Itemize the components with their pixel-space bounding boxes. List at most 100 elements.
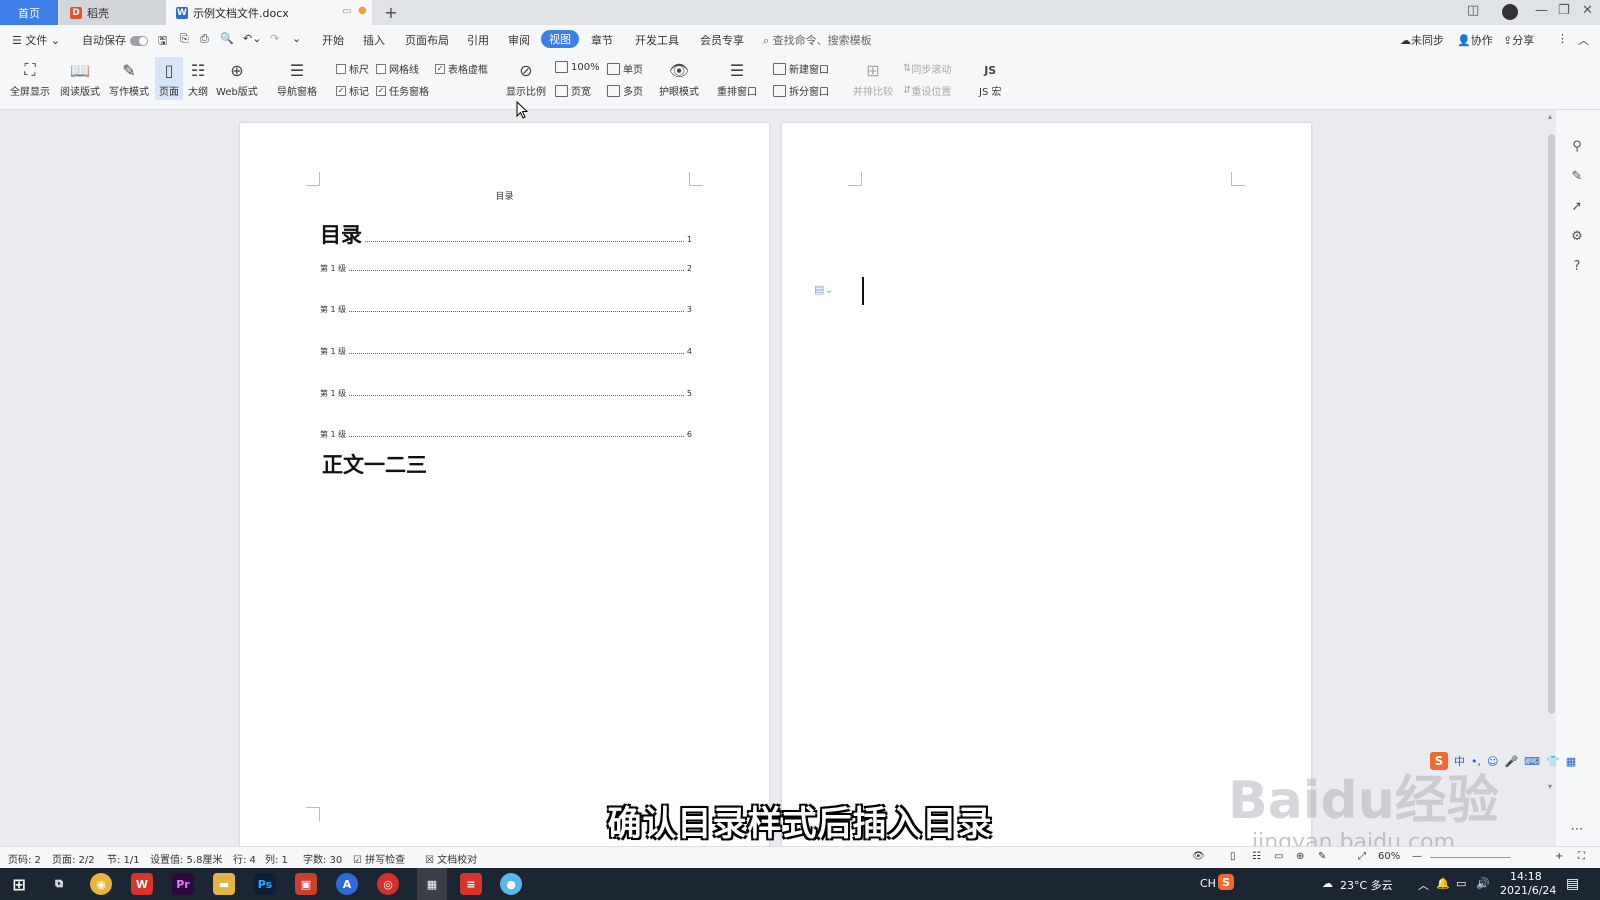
js-macro-button[interactable]: JS JS 宏 bbox=[979, 59, 1001, 99]
more-icon[interactable]: ⋮ bbox=[1557, 32, 1568, 45]
volume-icon[interactable]: 🔊 bbox=[1476, 877, 1490, 890]
status-word-count[interactable]: 字数: 30 bbox=[303, 851, 342, 866]
avatar[interactable] bbox=[1502, 4, 1518, 20]
task-view-icon[interactable]: ⧉ bbox=[48, 873, 70, 895]
write-status-icon[interactable]: ✎ bbox=[1318, 851, 1326, 862]
new-tab-button[interactable]: + bbox=[380, 0, 402, 25]
presentation-icon[interactable]: ▣ bbox=[295, 873, 317, 895]
toolbox-icon[interactable]: ▦ bbox=[1566, 755, 1576, 768]
help-icon[interactable]: ? bbox=[1568, 257, 1586, 275]
style-icon[interactable]: ⚲ bbox=[1568, 137, 1586, 155]
share-button[interactable]: ⇪分享 bbox=[1503, 32, 1534, 48]
status-setting[interactable]: 设置值: 5.8厘米 bbox=[150, 851, 222, 866]
edit-icon[interactable]: ✎ bbox=[1568, 167, 1586, 185]
tab-document[interactable]: W 示例文档文件.docx ▭ ● bbox=[166, 0, 372, 25]
outline-status-icon[interactable]: ☷ bbox=[1252, 851, 1261, 862]
writing-mode-button[interactable]: ✎ 写作模式 bbox=[109, 59, 149, 99]
menu-developer[interactable]: 开发工具 bbox=[635, 32, 679, 48]
status-page-number[interactable]: 页码: 2 bbox=[8, 851, 41, 866]
nav-pane-button[interactable]: ☰ 导航窗格 bbox=[277, 59, 317, 99]
toc-entry[interactable]: 第 1 级 3 bbox=[320, 304, 692, 315]
ruler-checkbox[interactable]: 标尺 bbox=[336, 61, 369, 76]
undo-icon[interactable]: ↶⌄ bbox=[243, 32, 261, 45]
windows-start-icon[interactable]: ⊞ bbox=[8, 873, 30, 895]
zoom-out-icon[interactable]: — bbox=[1412, 851, 1422, 862]
spell-check-button[interactable]: ☑ 拼写检查 bbox=[353, 851, 405, 866]
table-gridlines-checkbox[interactable]: ✓ 表格虚框 bbox=[435, 61, 488, 76]
eye-care-status-icon[interactable]: 👁 bbox=[1192, 851, 1205, 862]
print-icon[interactable]: ⎙ bbox=[200, 32, 209, 46]
reading-view-button[interactable]: 📖 阅读版式 bbox=[60, 59, 100, 99]
redo-icon[interactable]: ↷ bbox=[270, 32, 279, 45]
multi-page-button[interactable]: 多页 bbox=[607, 83, 643, 98]
menu-insert[interactable]: 插入 bbox=[363, 32, 385, 48]
weather-text[interactable]: 23°C 多云 bbox=[1340, 877, 1393, 893]
toc-entry[interactable]: 第 1 级 6 bbox=[320, 429, 692, 440]
save-icon[interactable]: 🖫 bbox=[158, 32, 167, 51]
menu-chapter[interactable]: 章节 bbox=[591, 32, 613, 48]
command-search[interactable]: ⌕ 查找命令、搜索模板 bbox=[763, 32, 872, 48]
app-circle-icon[interactable]: ● bbox=[500, 873, 522, 895]
settings-icon[interactable]: ⚙ bbox=[1568, 227, 1586, 245]
minimize-icon[interactable]: — bbox=[1535, 3, 1548, 18]
document-page-1[interactable]: 目录 目录 1 第 1 级 2 第 1 级 3 第 1 级 4 第 1 级 5 第 1 … bbox=[240, 123, 769, 848]
web-view-button[interactable]: ⊕ Web版式 bbox=[216, 59, 258, 99]
notification-icon[interactable]: ▤ bbox=[1566, 876, 1579, 892]
zoom-fit-icon[interactable]: ⤢ bbox=[1358, 851, 1366, 862]
chrome-icon[interactable]: ◉ bbox=[90, 873, 112, 895]
menu-references[interactable]: 引用 bbox=[467, 32, 489, 48]
zoom-in-icon[interactable]: + bbox=[1555, 851, 1563, 862]
toc-title-row[interactable]: 目录 1 bbox=[320, 219, 692, 249]
status-col[interactable]: 列: 1 bbox=[265, 851, 288, 866]
wps-writer-icon[interactable]: ≡ bbox=[460, 873, 482, 895]
app-active-icon[interactable]: ▦ bbox=[417, 868, 447, 900]
paste-options-icon[interactable]: ▤⌄ bbox=[814, 283, 834, 296]
status-row[interactable]: 行: 4 bbox=[233, 851, 256, 866]
fullscreen-button[interactable]: ⛶ 全屏显示 bbox=[10, 59, 50, 98]
zoom-100-button[interactable]: 100% bbox=[555, 61, 600, 73]
weather-icon[interactable]: ☁ bbox=[1322, 877, 1333, 890]
monitor-icon[interactable]: ▭ bbox=[342, 6, 351, 17]
rearrange-window-button[interactable]: ☰ 重排窗口 bbox=[717, 59, 757, 99]
microphone-icon[interactable]: 🎤 bbox=[1504, 755, 1518, 768]
autosave-toggle[interactable]: 自动保存 bbox=[82, 32, 148, 48]
status-section[interactable]: 节: 1/1 bbox=[107, 851, 140, 866]
scroll-up-icon[interactable]: ▴ bbox=[1548, 112, 1552, 121]
photoshop-icon[interactable]: Ps bbox=[254, 873, 276, 895]
quick-access-more-icon[interactable]: ⌄ bbox=[292, 32, 301, 45]
sync-status[interactable]: ☁未同步 bbox=[1400, 32, 1444, 48]
zoom-slider[interactable] bbox=[1430, 857, 1510, 858]
tab-daoke[interactable]: D 稻壳 bbox=[60, 0, 166, 25]
collapse-ribbon-icon[interactable]: ︿ bbox=[1578, 32, 1589, 48]
tray-expand-icon[interactable]: ︿ bbox=[1418, 877, 1429, 893]
menu-member[interactable]: 会员专享 bbox=[700, 32, 744, 48]
wps-icon[interactable]: W bbox=[131, 873, 153, 895]
network-icon[interactable]: ▭ bbox=[1456, 877, 1466, 890]
close-icon[interactable]: ✕ bbox=[1582, 3, 1593, 18]
skin-icon[interactable]: 👕 bbox=[1546, 755, 1560, 768]
page-width-button[interactable]: 页宽 bbox=[555, 83, 591, 98]
menu-page-layout[interactable]: 页面布局 bbox=[405, 32, 449, 48]
layout-icon[interactable]: ◫ bbox=[1467, 3, 1479, 18]
eye-care-button[interactable]: 👁 护眼模式 bbox=[659, 59, 699, 99]
marks-checkbox[interactable]: ✓ 标记 bbox=[336, 83, 369, 98]
page-view-status-icon[interactable]: ▯ bbox=[1230, 851, 1236, 862]
print-preview-icon[interactable]: 🔍 bbox=[220, 32, 234, 45]
app-a-icon[interactable]: A bbox=[336, 873, 358, 895]
premiere-icon[interactable]: Pr bbox=[172, 873, 194, 895]
reading-status-icon[interactable]: ▭ bbox=[1274, 851, 1283, 862]
outline-view-button[interactable]: ☷ 大纲 bbox=[187, 59, 209, 99]
clock-date[interactable]: 2021/6/24 bbox=[1500, 884, 1556, 897]
document-page-2[interactable]: ▤⌄ bbox=[782, 123, 1311, 848]
reset-position-button[interactable]: ⇵ 重设位置 bbox=[903, 83, 951, 98]
tray-app-icon[interactable]: 🔔 bbox=[1436, 877, 1450, 890]
format-painter-icon[interactable]: ⎘ bbox=[180, 32, 189, 46]
keyboard-icon[interactable]: ⌨ bbox=[1524, 755, 1540, 768]
netease-music-icon[interactable]: ◎ bbox=[377, 873, 399, 895]
restore-icon[interactable]: ❐ bbox=[1558, 3, 1570, 18]
page-view-button[interactable]: ▯ 页面 bbox=[155, 57, 183, 100]
task-pane-checkbox[interactable]: ✓ 任务窗格 bbox=[376, 83, 429, 98]
file-explorer-icon[interactable]: ▬ bbox=[213, 873, 235, 895]
new-window-button[interactable]: 新建窗口 bbox=[773, 61, 829, 76]
menu-start[interactable]: 开始 bbox=[322, 32, 344, 48]
